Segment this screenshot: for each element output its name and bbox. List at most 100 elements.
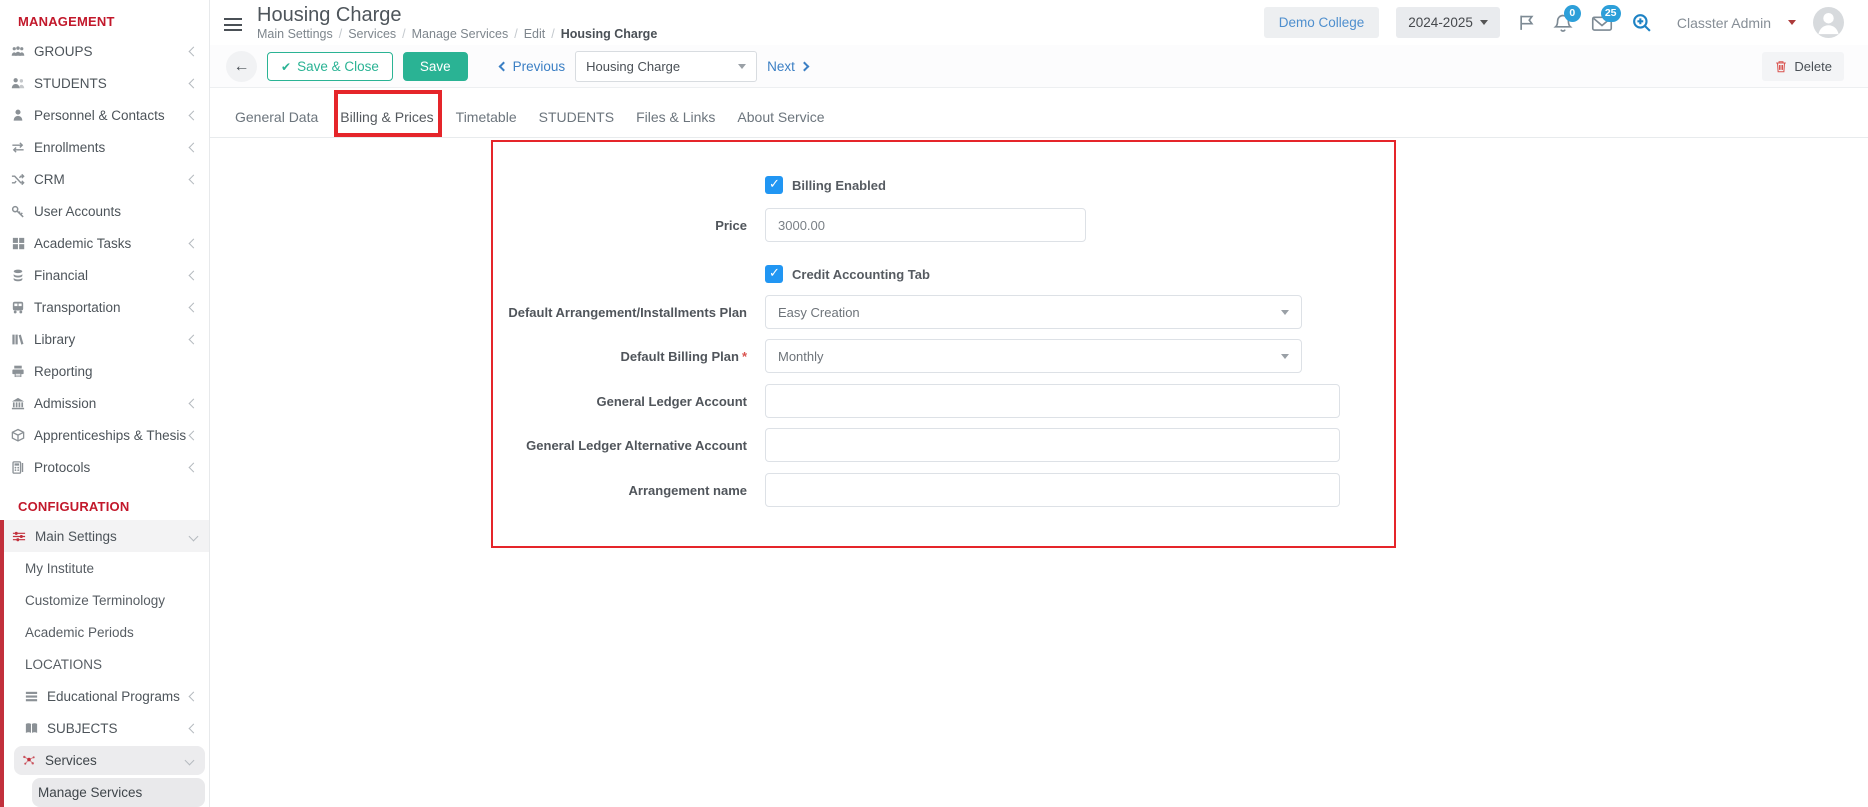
sidebar-item-educational-programs[interactable]: Educational Programs <box>4 680 209 712</box>
sidebar-item-label: Customize Terminology <box>25 593 165 608</box>
sidebar-item-protocols[interactable]: Protocols <box>0 451 209 483</box>
chevron-left-icon <box>189 398 199 408</box>
form-row-default-billing-plan: Default Billing Plan* Monthly <box>492 339 1868 373</box>
sidebar-item-services[interactable]: Services <box>14 746 205 775</box>
sidebar-item-label: Main Settings <box>35 529 117 544</box>
breadcrumb-separator: / <box>402 27 405 41</box>
general-ledger-alternative-account-input[interactable] <box>765 428 1340 462</box>
tab-files-links[interactable]: Files & Links <box>625 88 726 137</box>
academic-period-selector[interactable]: 2024-2025 <box>1396 7 1500 38</box>
form-row-price: Price <box>492 208 1868 242</box>
groups-icon <box>9 43 27 59</box>
user-menu[interactable]: Classter Admin <box>1677 15 1771 31</box>
books-icon <box>9 331 27 347</box>
tab-general-data[interactable]: General Data <box>224 88 329 137</box>
chevron-left-icon <box>189 302 199 312</box>
sidebar-item-financial[interactable]: Financial <box>0 259 209 291</box>
arrangement-name-label: Arrangement name <box>492 483 765 498</box>
sidebar-item-apprenticeships-thesis[interactable]: Apprenticeships & Thesis <box>0 419 209 451</box>
label-text: Default Billing Plan <box>620 349 738 364</box>
sidebar-item-academic-tasks[interactable]: Academic Tasks <box>0 227 209 259</box>
bus-icon <box>9 299 27 315</box>
previous-button[interactable]: Previous <box>500 59 566 74</box>
title-block: Housing Charge Main Settings / Services … <box>257 4 657 41</box>
tab-about-service[interactable]: About Service <box>726 88 835 137</box>
breadcrumb-item[interactable]: Manage Services <box>412 27 509 41</box>
sidebar-item-customize-terminology[interactable]: Customize Terminology <box>4 584 209 616</box>
sidebar-item-user-accounts[interactable]: User Accounts <box>0 195 209 227</box>
form-row-default-arrangement-plan: Default Arrangement/Installments Plan Ea… <box>492 295 1868 329</box>
save-close-button[interactable]: Save & Close <box>267 52 393 81</box>
tab-students[interactable]: STUDENTS <box>528 88 625 137</box>
messages-badge: 25 <box>1601 5 1621 22</box>
flag-icon[interactable] <box>1517 13 1536 32</box>
sidebar-item-label: Protocols <box>34 460 90 475</box>
general-ledger-account-label: General Ledger Account <box>492 394 765 409</box>
next-button[interactable]: Next <box>767 59 808 74</box>
sidebar-item-crm[interactable]: CRM <box>0 163 209 195</box>
sidebar-item-label: CRM <box>34 172 65 187</box>
book-icon <box>22 720 40 736</box>
tab-billing-prices[interactable]: Billing & Prices <box>329 88 444 137</box>
sidebar-item-students[interactable]: STUDENTS <box>0 67 209 99</box>
sidebar-item-reporting[interactable]: Reporting <box>0 355 209 387</box>
breadcrumb-item[interactable]: Edit <box>524 27 546 41</box>
general-ledger-account-input[interactable] <box>765 384 1340 418</box>
default-billing-plan-select[interactable]: Monthly <box>765 339 1302 373</box>
general-ledger-alternative-account-label: General Ledger Alternative Account <box>492 438 765 453</box>
sidebar-item-my-institute[interactable]: My Institute <box>4 552 209 584</box>
breadcrumb-separator: / <box>551 27 554 41</box>
sidebar-item-transportation[interactable]: Transportation <box>0 291 209 323</box>
breadcrumb-separator: / <box>339 27 342 41</box>
sidebar-item-admission[interactable]: Admission <box>0 387 209 419</box>
breadcrumb-item[interactable]: Main Settings <box>257 27 333 41</box>
breadcrumb-item[interactable]: Services <box>348 27 396 41</box>
credit-accounting-tab-checkbox[interactable] <box>765 265 783 283</box>
grid-icon <box>9 235 27 251</box>
sidebar-item-subjects[interactable]: SUBJECTS <box>4 712 209 744</box>
record-selector-dropdown[interactable]: Housing Charge <box>575 51 757 82</box>
period-label: 2024-2025 <box>1408 15 1473 30</box>
avatar[interactable] <box>1813 7 1844 38</box>
default-arrangement-plan-select[interactable]: Easy Creation <box>765 295 1302 329</box>
billing-enabled-checkbox[interactable] <box>765 176 783 194</box>
coins-icon <box>9 267 27 283</box>
sidebar-item-personnel-contacts[interactable]: Personnel & Contacts <box>0 99 209 131</box>
delete-button[interactable]: Delete <box>1762 52 1844 81</box>
chevron-left-icon <box>189 46 199 56</box>
sidebar-item-label: Educational Programs <box>47 689 180 704</box>
sidebar-item-label: Enrollments <box>34 140 105 155</box>
swap-arrows-icon <box>9 139 27 155</box>
cube-icon <box>9 427 27 443</box>
arrangement-name-input[interactable] <box>765 473 1340 507</box>
price-input[interactable] <box>765 208 1086 242</box>
sidebar-item-label: STUDENTS <box>34 76 107 91</box>
sidebar-item-label: My Institute <box>25 561 94 576</box>
tab-timetable[interactable]: Timetable <box>445 88 528 137</box>
sidebar-item-manage-services[interactable]: Manage Services <box>32 778 205 807</box>
sliders-icon <box>10 528 28 544</box>
caret-down-icon <box>1281 354 1289 359</box>
menu-toggle-button[interactable] <box>224 18 244 31</box>
page-title: Housing Charge <box>257 4 657 26</box>
notifications-bell-icon[interactable]: 0 <box>1553 13 1573 33</box>
sidebar-section-title-management: MANAGEMENT <box>0 0 209 35</box>
save-button[interactable]: Save <box>403 52 468 81</box>
sidebar-item-label: Academic Tasks <box>34 236 131 251</box>
search-zoom-icon[interactable] <box>1631 12 1652 33</box>
sidebar-item-locations[interactable]: LOCATIONS <box>4 648 209 680</box>
sidebar-item-enrollments[interactable]: Enrollments <box>0 131 209 163</box>
sidebar-item-label: Personnel & Contacts <box>34 108 165 123</box>
back-button[interactable] <box>226 51 257 82</box>
sidebar-item-academic-periods[interactable]: Academic Periods <box>4 616 209 648</box>
billing-prices-form: Billing Enabled Price Credit Accounting … <box>492 138 1868 507</box>
messages-icon[interactable]: 25 <box>1590 13 1614 33</box>
select-value: Monthly <box>778 349 824 364</box>
price-label: Price <box>492 218 765 233</box>
chevron-left-icon <box>189 691 199 701</box>
sidebar-item-groups[interactable]: GROUPS <box>0 35 209 67</box>
sidebar-item-main-settings[interactable]: Main Settings <box>4 520 209 552</box>
college-selector-button[interactable]: Demo College <box>1264 7 1380 38</box>
chevron-left-icon <box>189 142 199 152</box>
sidebar-item-library[interactable]: Library <box>0 323 209 355</box>
